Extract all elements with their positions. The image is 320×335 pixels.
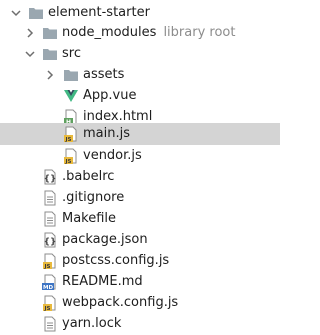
svg-text:JS: JS (64, 137, 71, 142)
tree-item-label: Makefile (62, 211, 117, 226)
tree-item-main-js[interactable]: JS main.js (0, 123, 280, 145)
folder-icon (43, 49, 57, 60)
tree-item-vendor-js[interactable]: JS vendor.js (0, 145, 280, 167)
js-file-icon: JS (43, 295, 56, 311)
folder-icon (29, 8, 43, 19)
text-file-icon (44, 211, 56, 227)
config-file-icon: {} (44, 232, 57, 248)
tree-item-label: src (62, 46, 81, 61)
text-file-icon (44, 190, 56, 206)
tree-item-yarn-lock[interactable]: yarn.lock (0, 313, 280, 335)
svg-text:MD: MD (43, 285, 53, 290)
tree-item-label: README.md (62, 274, 143, 289)
tree-item-src[interactable]: src (0, 43, 280, 65)
config-file-icon: {} (44, 169, 57, 185)
tree-item-label: yarn.lock (62, 316, 122, 331)
library-root-hint: library root (163, 25, 236, 40)
tree-item-label: .gitignore (62, 190, 125, 205)
tree-item-assets[interactable]: assets (0, 64, 280, 86)
tree-item-element-starter[interactable]: element-starter (0, 2, 280, 24)
svg-text:{}: {} (44, 238, 57, 248)
tree-item-label: App.vue (83, 88, 137, 103)
chevron-right-icon[interactable] (24, 27, 36, 39)
svg-text:JS: JS (64, 159, 71, 164)
text-file-icon (44, 316, 56, 332)
tree-item-label: element-starter (48, 5, 150, 20)
js-file-icon: JS (43, 253, 56, 269)
tree-item-label: postcss.config.js (62, 253, 170, 268)
vue-file-icon (64, 90, 78, 102)
chevron-down-icon[interactable] (10, 7, 22, 19)
svg-text:JS: JS (43, 306, 50, 311)
svg-text:JS: JS (43, 264, 50, 269)
tree-item-label: node_modules (62, 25, 157, 40)
js-file-icon: JS (64, 148, 77, 164)
tree-item-label: webpack.config.js (62, 295, 179, 310)
tree-item-node-modules[interactable]: node_modules library root (0, 22, 280, 44)
tree-item-label: package.json (62, 232, 148, 247)
project-tree: element-starter node_modules library root… (0, 0, 280, 335)
tree-item-readme[interactable]: MD README.md (0, 271, 280, 293)
tree-item-label: main.js (83, 126, 130, 141)
tree-item-babelrc[interactable]: {} .babelrc (0, 166, 280, 188)
folder-icon (43, 28, 57, 39)
markdown-file-icon: MD (42, 274, 56, 290)
svg-text:{}: {} (44, 175, 57, 185)
chevron-right-icon[interactable] (44, 69, 56, 81)
tree-item-package-json[interactable]: {} package.json (0, 229, 280, 251)
tree-item-label: vendor.js (83, 148, 142, 163)
tree-item-postcss-config[interactable]: JS postcss.config.js (0, 250, 280, 272)
tree-item-makefile[interactable]: Makefile (0, 208, 280, 230)
folder-icon (64, 70, 78, 81)
tree-item-app-vue[interactable]: App.vue (0, 85, 280, 107)
chevron-down-icon[interactable] (24, 48, 36, 60)
tree-item-gitignore[interactable]: .gitignore (0, 187, 280, 209)
tree-item-webpack-config[interactable]: JS webpack.config.js (0, 292, 280, 314)
tree-item-label: .babelrc (62, 169, 115, 184)
tree-item-label: assets (83, 67, 125, 82)
js-file-icon: JS (64, 126, 77, 142)
